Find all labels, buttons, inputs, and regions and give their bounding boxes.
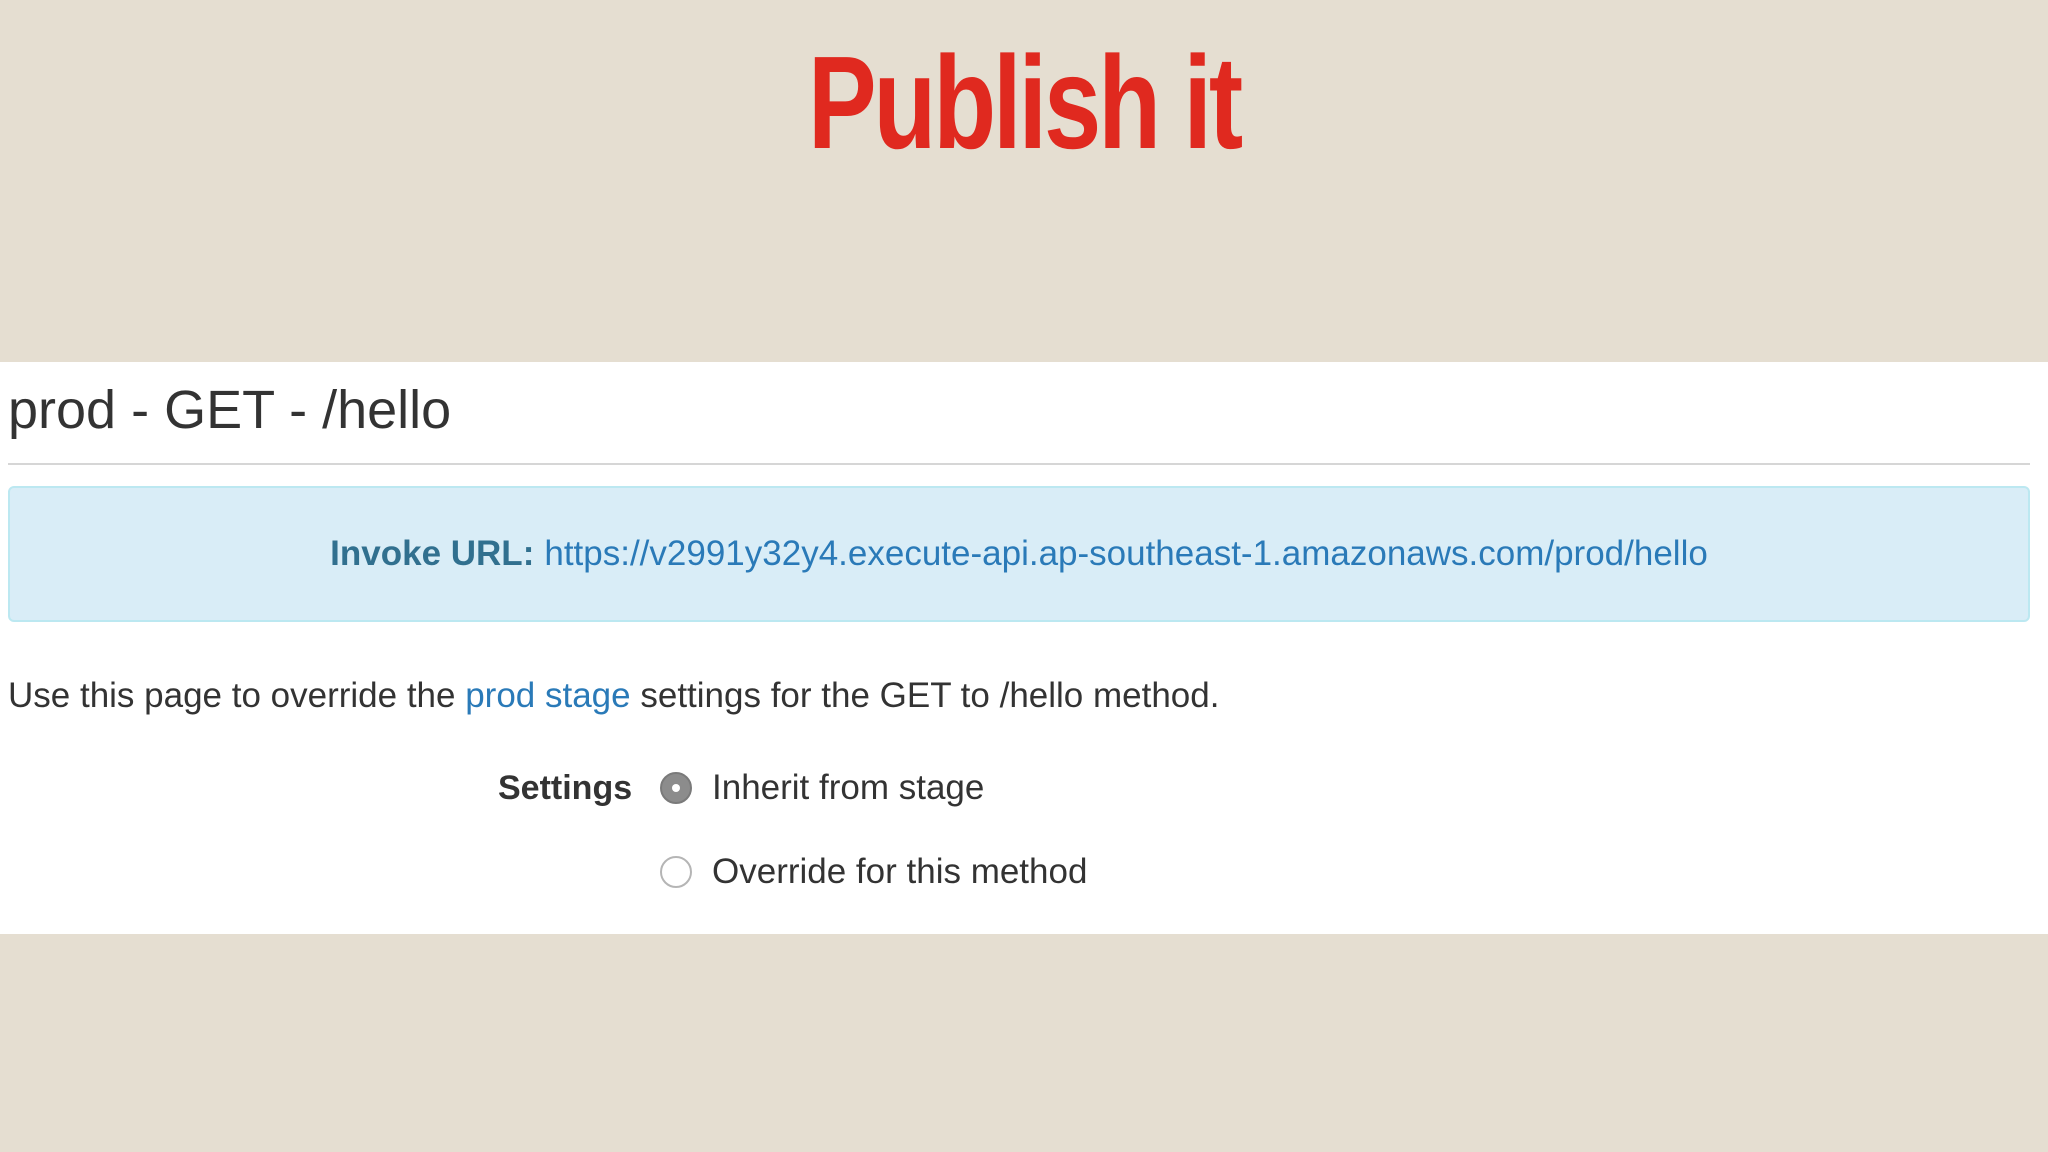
invoke-url-alert: Invoke URL: https://v2991y32y4.execute-a…: [8, 486, 2030, 622]
invoke-url-link[interactable]: https://v2991y32y4.execute-api.ap-southe…: [544, 534, 1707, 574]
api-gateway-stage-panel: prod - GET - /hello Invoke URL: https://…: [0, 362, 2048, 934]
prod-stage-link[interactable]: prod stage: [465, 676, 630, 715]
radio-dot: [672, 784, 680, 792]
radio-override-label[interactable]: Override for this method: [712, 852, 1087, 892]
heading-divider: [8, 463, 2030, 465]
invoke-url-label: Invoke URL:: [330, 534, 535, 573]
radio-unchecked-icon[interactable]: [660, 856, 692, 888]
radio-inherit-label[interactable]: Inherit from stage: [712, 768, 984, 808]
slide-title: Publish it: [807, 29, 1243, 176]
description-text: Use this page to override the prod stage…: [8, 674, 1219, 718]
page-title: prod - GET - /hello: [8, 380, 452, 440]
description-prefix: Use this page to override the: [8, 676, 466, 715]
radio-checked-icon[interactable]: [660, 772, 692, 804]
radio-override-for-method[interactable]: Override for this method: [660, 852, 1087, 892]
settings-label: Settings: [498, 769, 633, 807]
description-suffix: settings for the GET to /hello method.: [630, 676, 1220, 715]
radio-inherit-from-stage[interactable]: Inherit from stage: [660, 768, 984, 808]
